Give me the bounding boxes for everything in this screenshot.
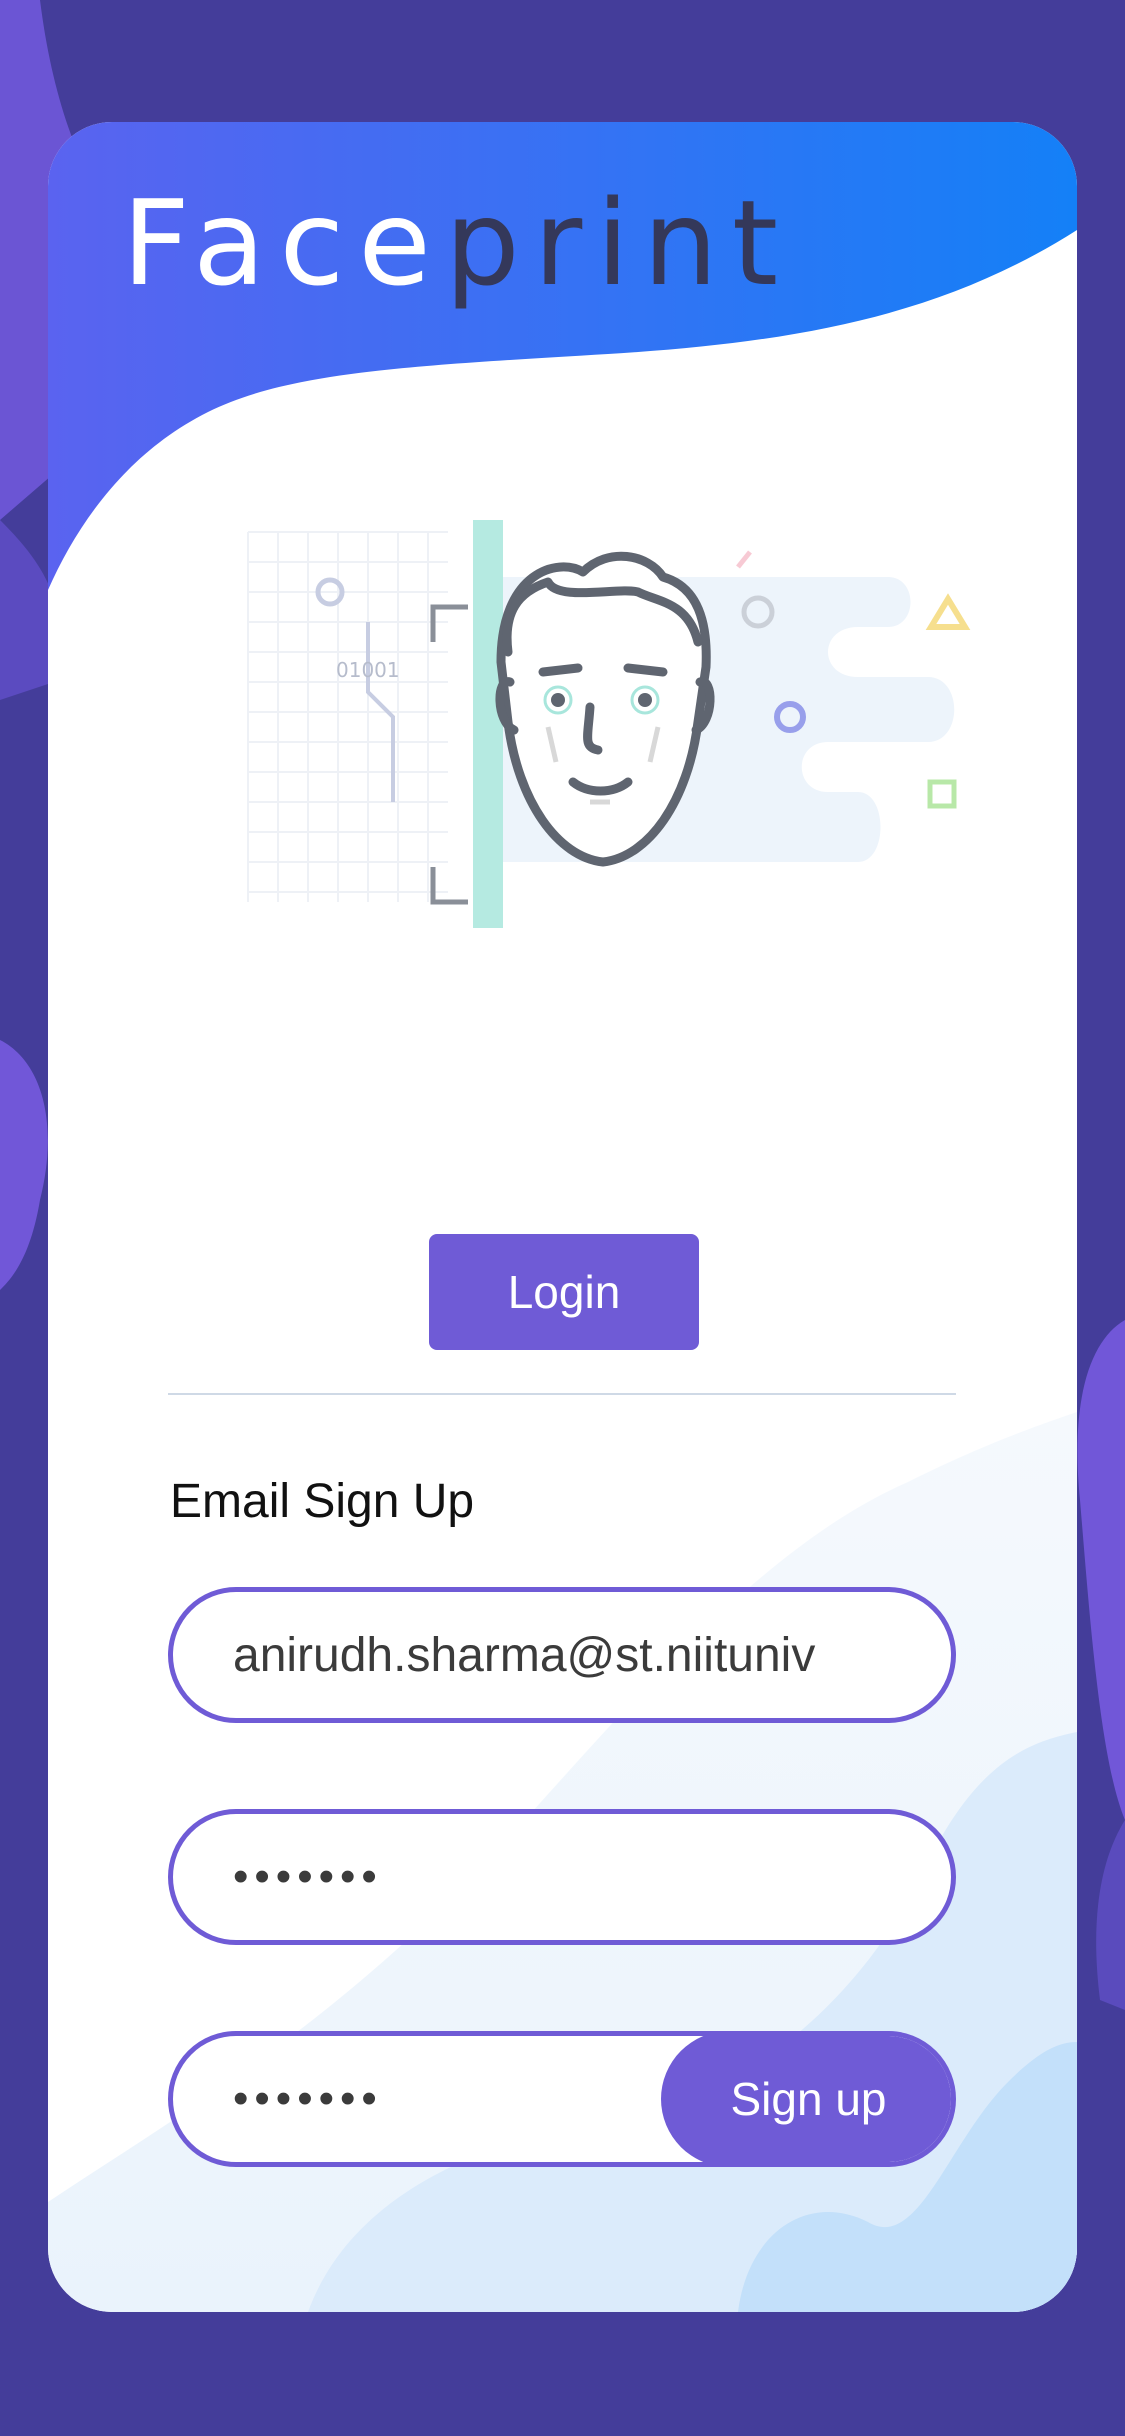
grid-pattern bbox=[247, 531, 448, 902]
brand-word-print: print bbox=[444, 174, 793, 312]
scan-bracket-bottom bbox=[430, 867, 468, 905]
email-input[interactable] bbox=[233, 1592, 913, 1718]
right-eye bbox=[638, 693, 652, 707]
face-scan-illustration: 01001 bbox=[247, 520, 971, 928]
main-card: Faceprint 01001 Login Email Sign Up anir… bbox=[48, 122, 1077, 2312]
email-field[interactable] bbox=[168, 1587, 956, 1723]
app-logo: Faceprint bbox=[122, 184, 792, 302]
left-eye bbox=[551, 693, 565, 707]
binary-text: 01001 bbox=[336, 658, 400, 682]
email-signup-heading: Email Sign Up bbox=[170, 1475, 475, 1528]
login-button[interactable]: Login bbox=[429, 1234, 699, 1350]
square-decoration bbox=[927, 779, 957, 809]
confirm-password-input[interactable] bbox=[233, 2036, 673, 2162]
brand-word-face: Face bbox=[122, 174, 445, 312]
scan-bar bbox=[473, 520, 503, 928]
pink-sparkle bbox=[736, 550, 752, 569]
confirm-password-field[interactable]: Sign up bbox=[168, 2031, 956, 2167]
password-field[interactable] bbox=[168, 1809, 956, 1945]
triangle-decoration bbox=[925, 593, 971, 630]
section-divider bbox=[168, 1393, 956, 1395]
password-input[interactable] bbox=[233, 1814, 913, 1940]
app-screen: Faceprint 01001 Login Email Sign Up anir… bbox=[0, 0, 1125, 2436]
sign-up-button[interactable]: Sign up bbox=[661, 2036, 951, 2162]
scan-bracket-top bbox=[430, 604, 468, 642]
header-wave bbox=[48, 122, 1077, 2312]
